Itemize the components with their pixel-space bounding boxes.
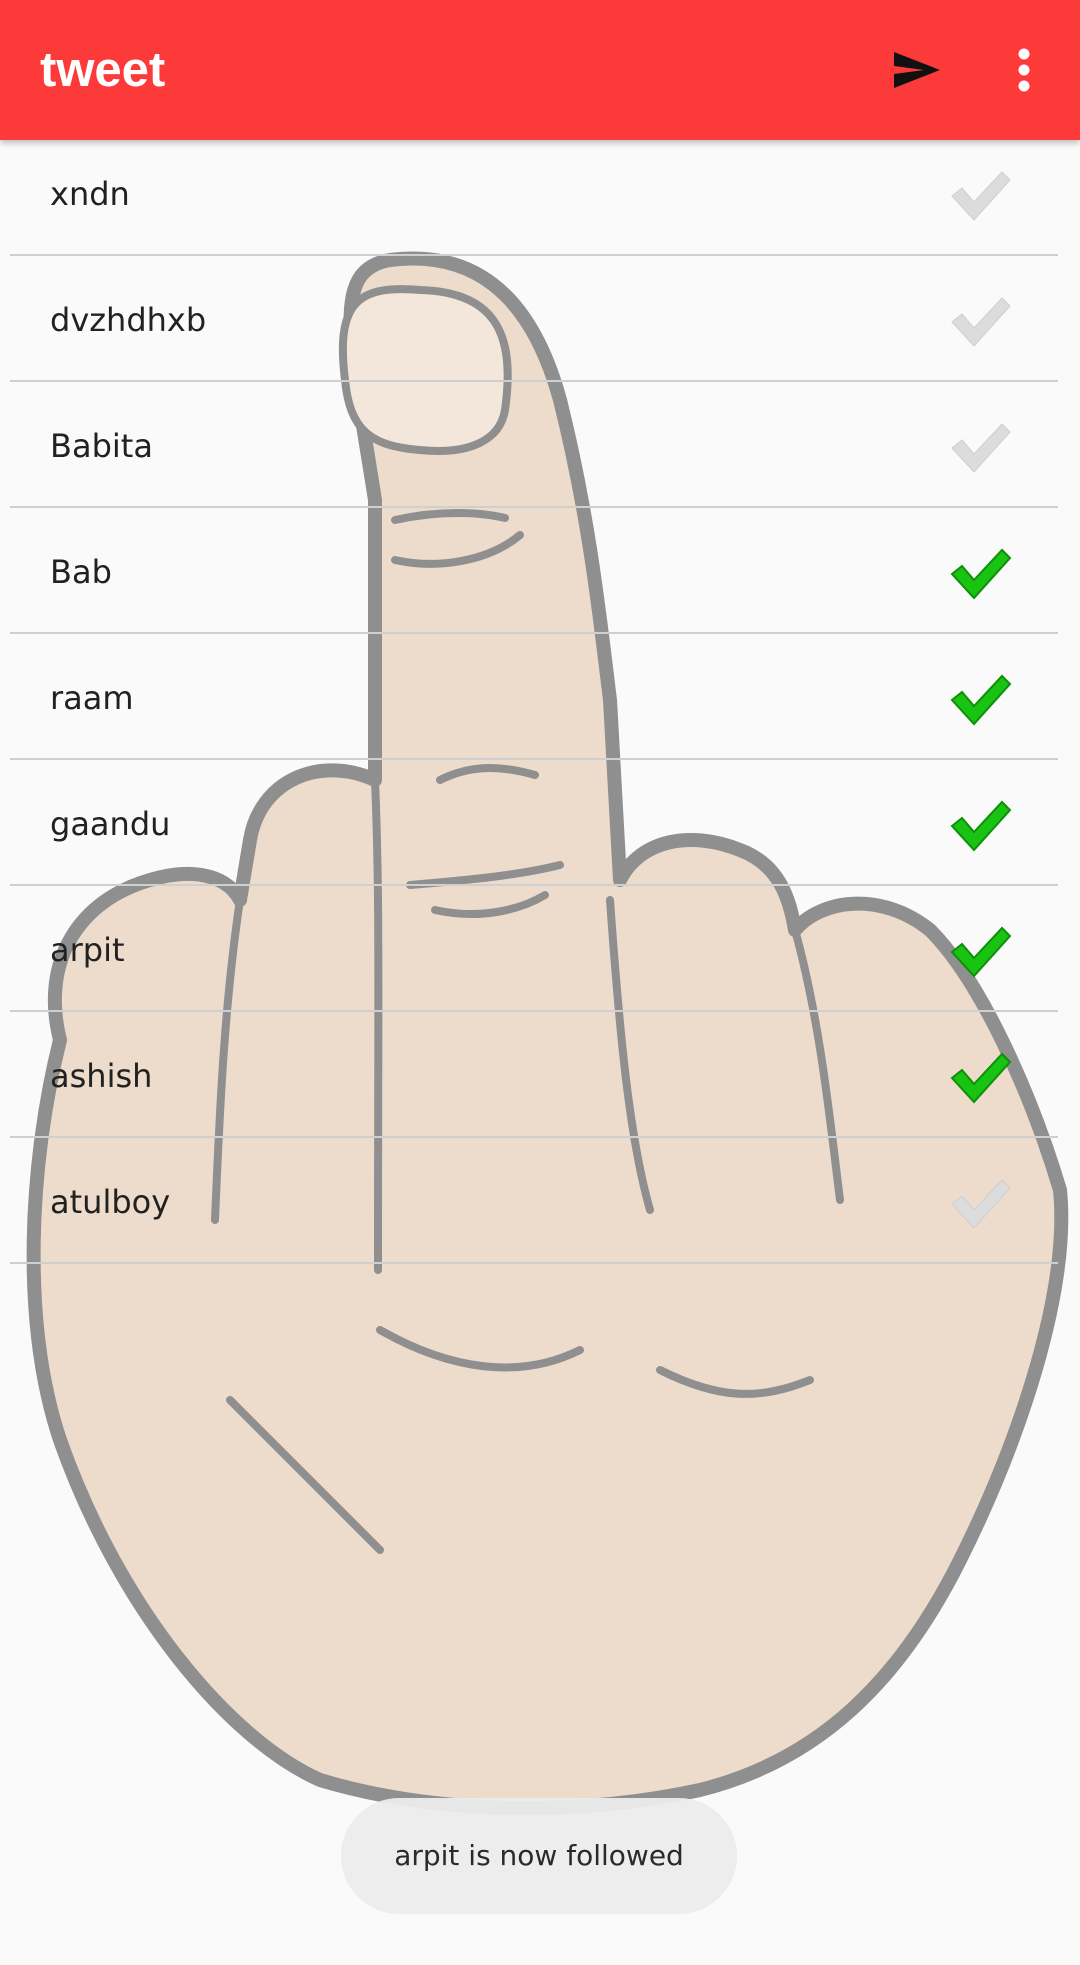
checkmark-icon[interactable]	[948, 796, 1012, 854]
list-item[interactable]: Bab	[10, 508, 1058, 634]
user-name: xndn	[50, 175, 130, 213]
user-list: xndn dvzhdhxb Babita Bab raam gaandu arp…	[10, 130, 1058, 1264]
list-item[interactable]: arpit	[10, 886, 1058, 1012]
more-vert-icon	[1018, 48, 1030, 92]
checkmark-icon[interactable]	[948, 1048, 1012, 1106]
app-bar: tweet	[0, 0, 1080, 140]
user-name: arpit	[50, 931, 125, 969]
checkmark-icon[interactable]	[948, 418, 1012, 476]
checkmark-icon[interactable]	[948, 166, 1012, 224]
checkmark-icon[interactable]	[948, 922, 1012, 980]
user-name: Babita	[50, 427, 153, 465]
user-name: Bab	[50, 553, 112, 591]
user-name: ashish	[50, 1057, 153, 1095]
send-button[interactable]	[884, 40, 948, 100]
checkmark-icon[interactable]	[948, 544, 1012, 602]
user-name: atulboy	[50, 1183, 171, 1221]
overflow-menu-button[interactable]	[1000, 40, 1048, 100]
toast-message: arpit is now followed	[341, 1798, 737, 1914]
user-name: gaandu	[50, 805, 171, 843]
checkmark-icon[interactable]	[948, 1174, 1012, 1232]
list-item[interactable]: dvzhdhxb	[10, 256, 1058, 382]
user-name: raam	[50, 679, 134, 717]
list-item[interactable]: raam	[10, 634, 1058, 760]
list-item[interactable]: gaandu	[10, 760, 1058, 886]
checkmark-icon[interactable]	[948, 292, 1012, 350]
user-name: dvzhdhxb	[50, 301, 207, 339]
app-title: tweet	[40, 43, 166, 97]
checkmark-icon[interactable]	[948, 670, 1012, 728]
list-item[interactable]: xndn	[10, 130, 1058, 256]
list-item[interactable]: atulboy	[10, 1138, 1058, 1264]
send-icon	[894, 52, 940, 88]
list-item[interactable]: Babita	[10, 382, 1058, 508]
list-item[interactable]: ashish	[10, 1012, 1058, 1138]
